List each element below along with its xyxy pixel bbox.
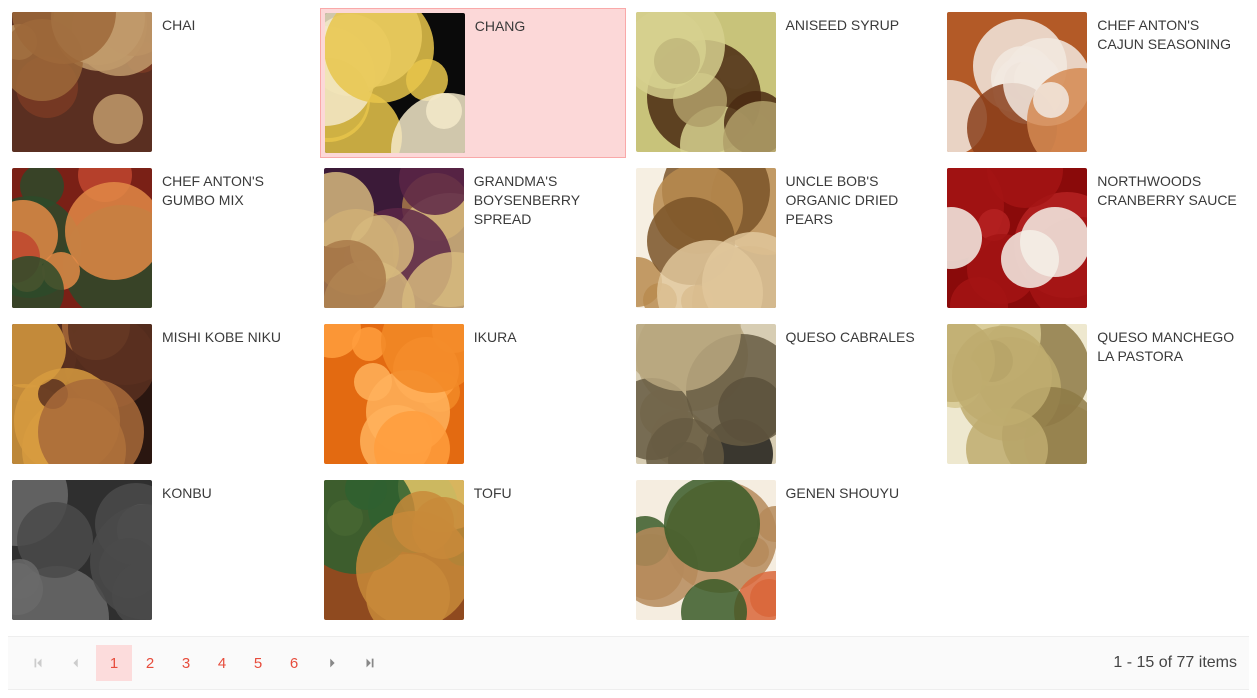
product-card[interactable]: Chai: [8, 8, 314, 158]
pager: 123456 1 - 15 of 77 items: [8, 636, 1249, 690]
product-card[interactable]: Mishi Kobe Niku: [8, 320, 314, 470]
product-card[interactable]: Uncle Bob's Organic Dried Pears: [632, 164, 938, 314]
product-name: Chang: [465, 13, 526, 36]
product-thumbnail: [12, 324, 152, 464]
product-card[interactable]: Grandma's Boysenberry Spread: [320, 164, 626, 314]
product-thumbnail: [636, 480, 776, 620]
product-thumbnail: [12, 168, 152, 308]
pager-pages: 123456: [96, 645, 312, 681]
product-thumbnail: [636, 12, 776, 152]
product-card[interactable]: Chef Anton's Cajun Seasoning: [943, 8, 1249, 158]
seek-end-icon: [363, 656, 377, 670]
product-name: Ikura: [464, 324, 517, 347]
product-name: Chai: [152, 12, 195, 35]
pager-controls: 123456: [20, 645, 388, 681]
product-card[interactable]: Queso Manchego La Pastora: [943, 320, 1249, 470]
product-thumbnail: [636, 168, 776, 308]
pager-page-1[interactable]: 1: [96, 645, 132, 681]
product-thumbnail: [636, 324, 776, 464]
product-name: Aniseed Syrup: [776, 12, 900, 35]
pager-last-button[interactable]: [352, 645, 388, 681]
product-thumbnail: [324, 324, 464, 464]
chevron-right-icon: [325, 656, 339, 670]
product-thumbnail: [12, 480, 152, 620]
product-card[interactable]: Chef Anton's Gumbo Mix: [8, 164, 314, 314]
product-card[interactable]: Genen Shouyu: [632, 476, 938, 626]
list-view: Chai Chang Aniseed Syrup Chef Anton's Cajun…: [8, 8, 1249, 690]
product-thumbnail: [947, 168, 1087, 308]
pager-page-4[interactable]: 4: [204, 645, 240, 681]
product-card[interactable]: Tofu: [320, 476, 626, 626]
product-name: Konbu: [152, 480, 212, 503]
pager-status: 1 - 15 of 77 items: [1113, 654, 1237, 672]
product-name: Northwoods Cranberry Sauce: [1087, 168, 1245, 210]
pager-first-button[interactable]: [20, 645, 56, 681]
pager-page-2[interactable]: 2: [132, 645, 168, 681]
product-name: Chef Anton's Gumbo Mix: [152, 168, 310, 210]
product-name: Chef Anton's Cajun Seasoning: [1087, 12, 1245, 54]
chevron-left-icon: [69, 656, 83, 670]
product-thumbnail: [12, 12, 152, 152]
seek-start-icon: [31, 656, 45, 670]
product-name: Grandma's Boysenberry Spread: [464, 168, 622, 229]
product-name: Genen Shouyu: [776, 480, 900, 503]
pager-page-3[interactable]: 3: [168, 645, 204, 681]
product-thumbnail: [324, 168, 464, 308]
pager-page-6[interactable]: 6: [276, 645, 312, 681]
product-name: Queso Manchego La Pastora: [1087, 324, 1245, 366]
product-card[interactable]: Aniseed Syrup: [632, 8, 938, 158]
product-card[interactable]: Queso Cabrales: [632, 320, 938, 470]
product-thumbnail: [324, 480, 464, 620]
product-card[interactable]: Ikura: [320, 320, 626, 470]
product-name: Tofu: [464, 480, 512, 503]
product-thumbnail: [947, 324, 1087, 464]
product-thumbnail: [325, 13, 465, 153]
product-thumbnail: [947, 12, 1087, 152]
product-name: Uncle Bob's Organic Dried Pears: [776, 168, 934, 229]
pager-prev-button[interactable]: [58, 645, 94, 681]
pager-page-5[interactable]: 5: [240, 645, 276, 681]
product-name: Mishi Kobe Niku: [152, 324, 281, 347]
product-card[interactable]: Northwoods Cranberry Sauce: [943, 164, 1249, 314]
product-card[interactable]: Chang: [320, 8, 626, 158]
product-name: Queso Cabrales: [776, 324, 915, 347]
product-grid: Chai Chang Aniseed Syrup Chef Anton's Cajun…: [8, 8, 1249, 626]
pager-next-button[interactable]: [314, 645, 350, 681]
product-card[interactable]: Konbu: [8, 476, 314, 626]
